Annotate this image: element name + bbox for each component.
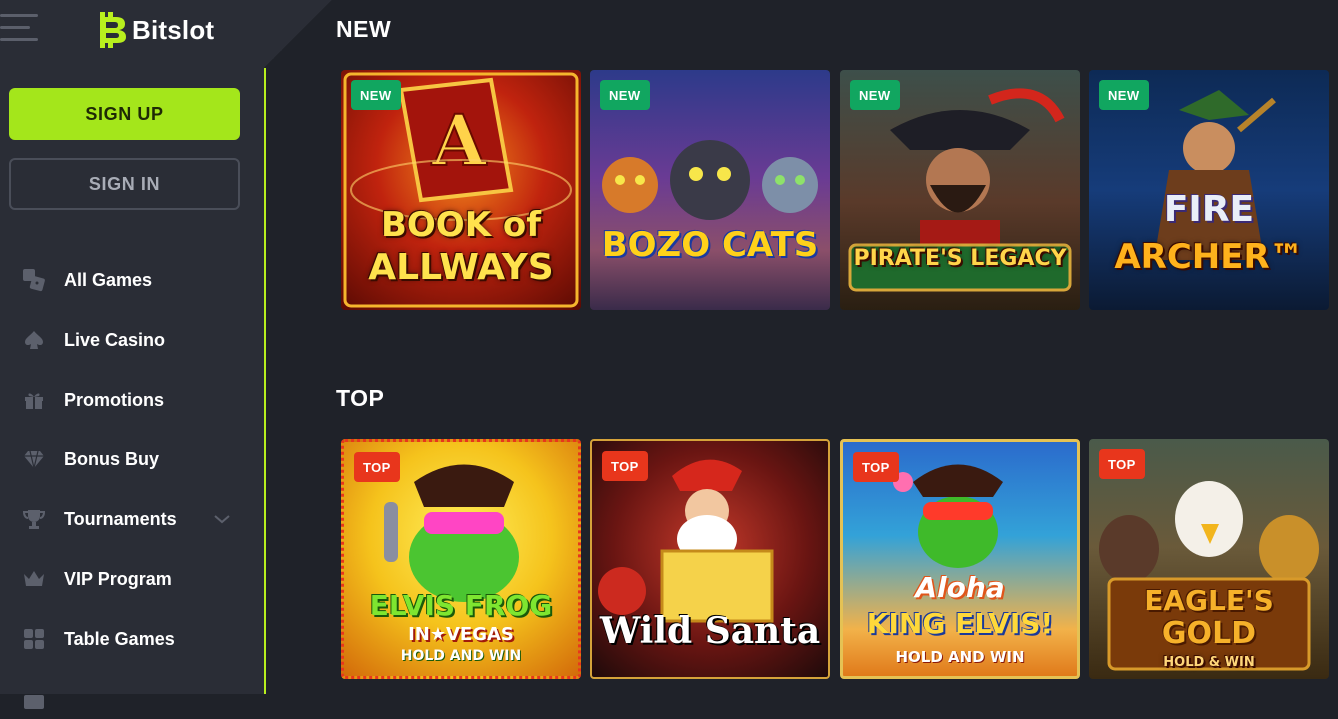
bitslot-logo-icon <box>100 12 126 48</box>
game-tile-book-of-allways[interactable]: A NEW BOOK of ALLWAYS <box>341 70 581 310</box>
sidebar-item-all-games[interactable]: All Games <box>0 260 264 300</box>
game-title: BOOK of <box>380 205 542 245</box>
game-title-line3: HOLD & WIN <box>1163 655 1255 670</box>
game-title-line2: ARCHER™ <box>1114 237 1304 277</box>
card-icon <box>24 695 44 709</box>
new-badge: NEW <box>600 80 650 110</box>
game-tile-pirates-legacy[interactable]: NEW PIRATE'S LEGACY <box>840 70 1080 310</box>
grid-icon <box>24 629 44 649</box>
sidebar-item-tournaments[interactable]: Tournaments <box>0 499 264 539</box>
sidebar-item-promotions[interactable]: Promotions <box>0 380 264 420</box>
chevron-down-icon[interactable] <box>212 509 232 529</box>
menu-icon[interactable] <box>0 12 40 46</box>
sidebar-item-label: Bonus Buy <box>64 448 160 469</box>
game-title-line3: HOLD AND WIN <box>895 648 1025 666</box>
game-title-line3: HOLD AND WIN <box>400 648 522 664</box>
svg-text:A: A <box>431 99 488 182</box>
game-tile-bozo-cats[interactable]: NEW BOZO CATS <box>590 70 830 310</box>
sidebar-item-vip-program[interactable]: VIP Program <box>0 559 264 599</box>
gift-icon <box>25 393 43 409</box>
sidebar-item-label: Tournaments <box>64 508 177 529</box>
sidebar-item-table-games[interactable]: Table Games <box>0 619 264 659</box>
crown-icon <box>24 571 44 586</box>
diamond-icon <box>24 450 44 469</box>
game-tile-fire-archer[interactable]: NEW FIRE ARCHER™ <box>1089 70 1329 310</box>
brand-name: Bitslot <box>132 14 215 45</box>
game-title-line2: GOLD <box>1161 616 1257 651</box>
top-badge: TOP <box>1099 449 1145 479</box>
game-title: BOZO CATS <box>601 225 819 265</box>
sidebar-item-partial[interactable] <box>0 679 264 719</box>
game-title-line2: IN★VEGAS <box>408 624 514 645</box>
sidebar-item-label: All Games <box>64 269 153 290</box>
sidebar-item-label: VIP Program <box>64 568 172 589</box>
new-badge: NEW <box>351 80 401 110</box>
section-title-top: TOP <box>336 385 385 411</box>
new-badge: NEW <box>850 80 900 110</box>
sidebar-item-bonus-buy[interactable]: Bonus Buy <box>0 439 264 479</box>
sidebar-item-label: Table Games <box>64 628 175 649</box>
game-title: PIRATE'S LEGACY <box>853 246 1067 271</box>
section-title-new: NEW <box>336 16 392 42</box>
top-badge: TOP <box>354 452 400 482</box>
game-title: FIRE <box>1163 189 1255 230</box>
game-title: ELVIS FROG <box>369 589 553 622</box>
sign-up-button[interactable]: SIGN UP <box>9 88 240 140</box>
game-tile-eagles-gold[interactable]: TOP EAGLE'S GOLD HOLD & WIN <box>1089 439 1329 679</box>
top-badge: TOP <box>853 452 899 482</box>
sidebar-item-label: Live Casino <box>64 329 166 350</box>
spade-icon <box>25 331 43 349</box>
header-corner <box>264 0 332 68</box>
trophy-icon <box>22 510 46 529</box>
game-title-line2: KING ELVIS! <box>866 607 1054 640</box>
sidebar-divider <box>264 68 266 694</box>
sidebar-item-label: Promotions <box>64 389 165 410</box>
logo[interactable]: Bitslot <box>96 12 214 48</box>
game-tile-aloha-king-elvis[interactable]: TOP Aloha KING ELVIS! HOLD AND WIN <box>840 439 1080 679</box>
game-title-line2: ALLWAYS <box>368 247 554 288</box>
top-badge: TOP <box>602 451 648 481</box>
game-title: Wild Santa <box>599 610 821 652</box>
sidebar-item-live-casino[interactable]: Live Casino <box>0 320 264 360</box>
game-tile-wild-santa[interactable]: TOP Wild Santa <box>590 439 830 679</box>
sign-in-button[interactable]: SIGN IN <box>9 158 240 210</box>
game-title: EAGLE'S <box>1144 584 1274 617</box>
dice-icon <box>23 269 45 292</box>
new-badge: NEW <box>1099 80 1149 110</box>
game-tile-elvis-frog-in-vegas[interactable]: TOP ELVIS FROG IN★VEGAS HOLD AND WIN <box>341 439 581 679</box>
game-title: Aloha <box>915 571 1005 604</box>
